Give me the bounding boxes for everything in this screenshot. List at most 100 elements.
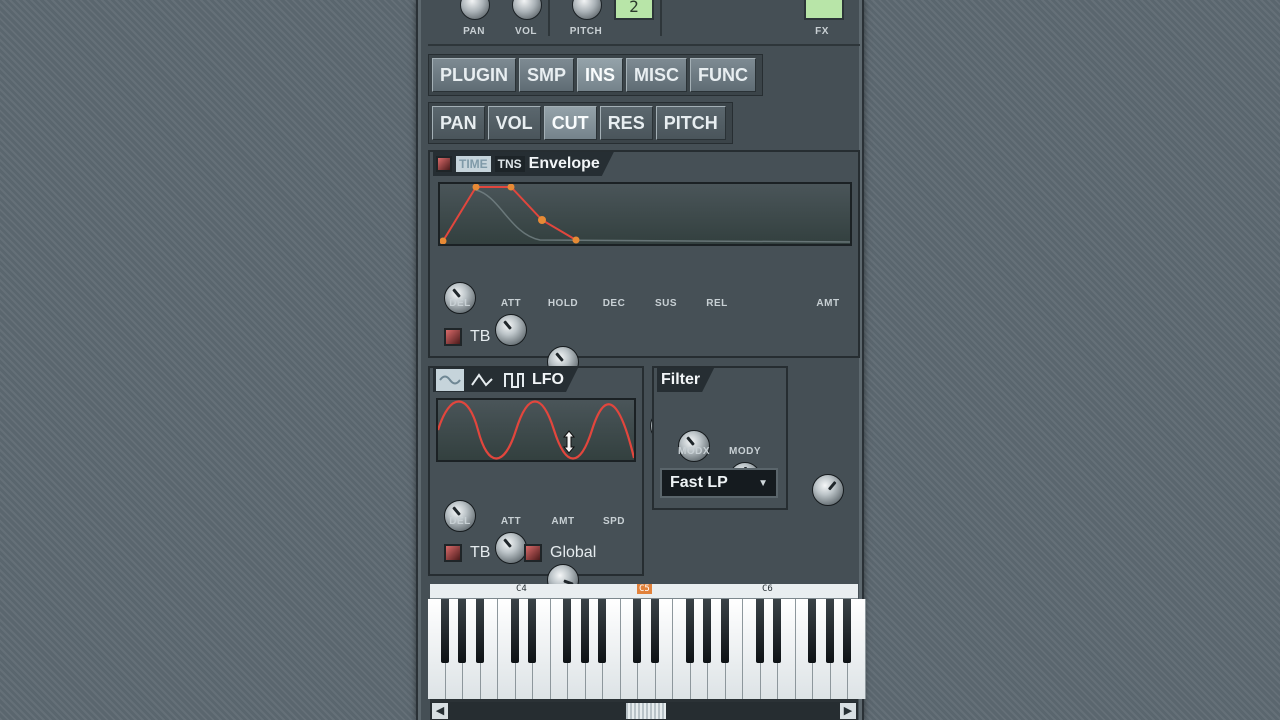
- tab-pitch[interactable]: PITCH: [655, 106, 726, 140]
- env-dec-label: DEC: [602, 298, 626, 309]
- black-key[interactable]: [563, 599, 571, 663]
- square-wave-icon[interactable]: [500, 369, 528, 391]
- black-key[interactable]: [580, 599, 589, 663]
- top-separator-2: [660, 0, 662, 36]
- top-separator: [548, 0, 550, 36]
- lfo-title: LFO: [532, 371, 564, 388]
- pan-knob[interactable]: [460, 0, 490, 20]
- env-amt-label: AMT: [816, 298, 840, 309]
- envelope-graph[interactable]: [438, 182, 852, 246]
- tab-res[interactable]: RES: [599, 106, 653, 140]
- channel-settings-panel: PAN VOL PITCH 2 FX PLUGIN SMP INS MISC F…: [416, 0, 866, 720]
- envelope-enable-button[interactable]: [436, 156, 452, 172]
- pitch-label: PITCH: [569, 26, 603, 37]
- tab-pan[interactable]: PAN: [432, 106, 485, 140]
- lfo-tb-toggle[interactable]: [444, 544, 462, 562]
- black-key[interactable]: [825, 599, 834, 663]
- black-key[interactable]: [475, 599, 484, 663]
- tab-cut[interactable]: CUT: [543, 106, 597, 140]
- volume-label: VOL: [514, 26, 538, 37]
- black-key[interactable]: [720, 599, 729, 663]
- filter-modx-label: MODX: [678, 446, 710, 457]
- env-att-label: ATT: [500, 298, 522, 309]
- pitch-range-value: 2: [629, 0, 639, 16]
- pitch-range-display[interactable]: 2: [614, 0, 654, 20]
- envelope-header: TIME TNS Envelope: [430, 152, 858, 176]
- env-del-label: DEL: [449, 298, 471, 309]
- top-controls: PAN VOL PITCH 2 FX: [428, 0, 858, 44]
- black-key[interactable]: [703, 599, 711, 663]
- env-rel-label: REL: [706, 298, 728, 309]
- envelope-header-tab: TIME TNS Envelope: [433, 152, 614, 176]
- filter-type-dropdown[interactable]: Fast LP ▼: [660, 468, 778, 498]
- top-divider: [428, 44, 860, 46]
- filter-title: Filter: [661, 371, 701, 388]
- pan-label: PAN: [463, 26, 485, 37]
- env-point-release: [572, 236, 580, 244]
- fx-channel-display[interactable]: [804, 0, 844, 20]
- time-button[interactable]: TIME: [456, 156, 491, 172]
- filter-section: Filter MODX MODY Fast LP ▼: [652, 366, 788, 510]
- scroll-left-arrow-icon[interactable]: ◀: [432, 703, 448, 719]
- tab-plugin[interactable]: PLUGIN: [432, 58, 517, 92]
- envelope-section: TIME TNS Envelope DEL ATT HOLD DEC SUS R…: [428, 150, 860, 506]
- env-point-decay: [538, 216, 546, 224]
- black-key[interactable]: [598, 599, 606, 663]
- black-key[interactable]: [510, 599, 519, 663]
- scrollbar-thumb[interactable]: [626, 703, 666, 719]
- black-key[interactable]: [650, 599, 659, 663]
- sine-wave-icon[interactable]: [436, 369, 464, 391]
- target-tabs: PAN VOL CUT RES PITCH: [428, 102, 733, 144]
- filter-mody-label: MODY: [729, 446, 761, 457]
- black-key[interactable]: [458, 599, 466, 663]
- piano-keyboard[interactable]: C4 C5 C6 ◀ ▶: [428, 584, 866, 720]
- black-key[interactable]: [843, 599, 851, 663]
- env-tb-toggle[interactable]: [444, 328, 462, 346]
- lfo-spd-label: SPD: [602, 516, 626, 527]
- tab-vol[interactable]: VOL: [487, 106, 541, 140]
- env-att-knob[interactable]: [495, 314, 527, 346]
- black-key[interactable]: [528, 599, 536, 663]
- lfo-att-knob[interactable]: [495, 532, 527, 564]
- env-amt-knob[interactable]: [812, 474, 844, 506]
- lfo-header-tab: LFO: [433, 368, 578, 392]
- triangle-wave-icon[interactable]: [468, 369, 496, 391]
- filter-header-tab: Filter: [657, 368, 714, 392]
- black-key[interactable]: [685, 599, 694, 663]
- keyboard-scrollbar[interactable]: ◀ ▶: [430, 702, 858, 720]
- lfo-section: LFO DEL ATT AMT SPD TB Global: [428, 366, 644, 628]
- env-sus-label: SUS: [654, 298, 678, 309]
- lfo-att-label: ATT: [500, 516, 522, 527]
- chevron-down-icon: ▼: [758, 477, 768, 489]
- env-hold-label: HOLD: [547, 298, 579, 309]
- lfo-header: LFO: [430, 368, 642, 392]
- lfo-graph[interactable]: [436, 398, 636, 462]
- lfo-amt-label: AMT: [551, 516, 575, 527]
- tab-ins[interactable]: INS: [577, 58, 624, 92]
- black-key[interactable]: [633, 599, 641, 663]
- black-key[interactable]: [773, 599, 781, 663]
- volume-knob[interactable]: [512, 0, 542, 20]
- lfo-tb-label: TB: [470, 544, 491, 561]
- lfo-sine-wave: [438, 400, 634, 460]
- black-key[interactable]: [440, 599, 449, 663]
- scroll-right-arrow-icon[interactable]: ▶: [840, 703, 856, 719]
- filter-header: Filter: [654, 368, 786, 392]
- fx-label: FX: [815, 26, 829, 37]
- pitch-knob[interactable]: [572, 0, 602, 20]
- tab-smp[interactable]: SMP: [519, 58, 575, 92]
- env-tb-label: TB: [470, 328, 491, 345]
- black-key[interactable]: [755, 599, 764, 663]
- filter-type-value: Fast LP: [670, 474, 728, 491]
- piano-keys[interactable]: [428, 584, 866, 702]
- tab-misc[interactable]: MISC: [626, 58, 688, 92]
- envelope-curve: [440, 184, 850, 244]
- resize-cursor-icon: [562, 430, 576, 454]
- main-tabs: PLUGIN SMP INS MISC FUNC: [428, 54, 764, 96]
- black-key[interactable]: [808, 599, 816, 663]
- lfo-del-label: DEL: [449, 516, 471, 527]
- tns-button[interactable]: TNS: [495, 156, 525, 172]
- tab-func[interactable]: FUNC: [690, 58, 757, 92]
- lfo-global-toggle[interactable]: [524, 544, 542, 562]
- lfo-global-label: Global: [550, 544, 597, 561]
